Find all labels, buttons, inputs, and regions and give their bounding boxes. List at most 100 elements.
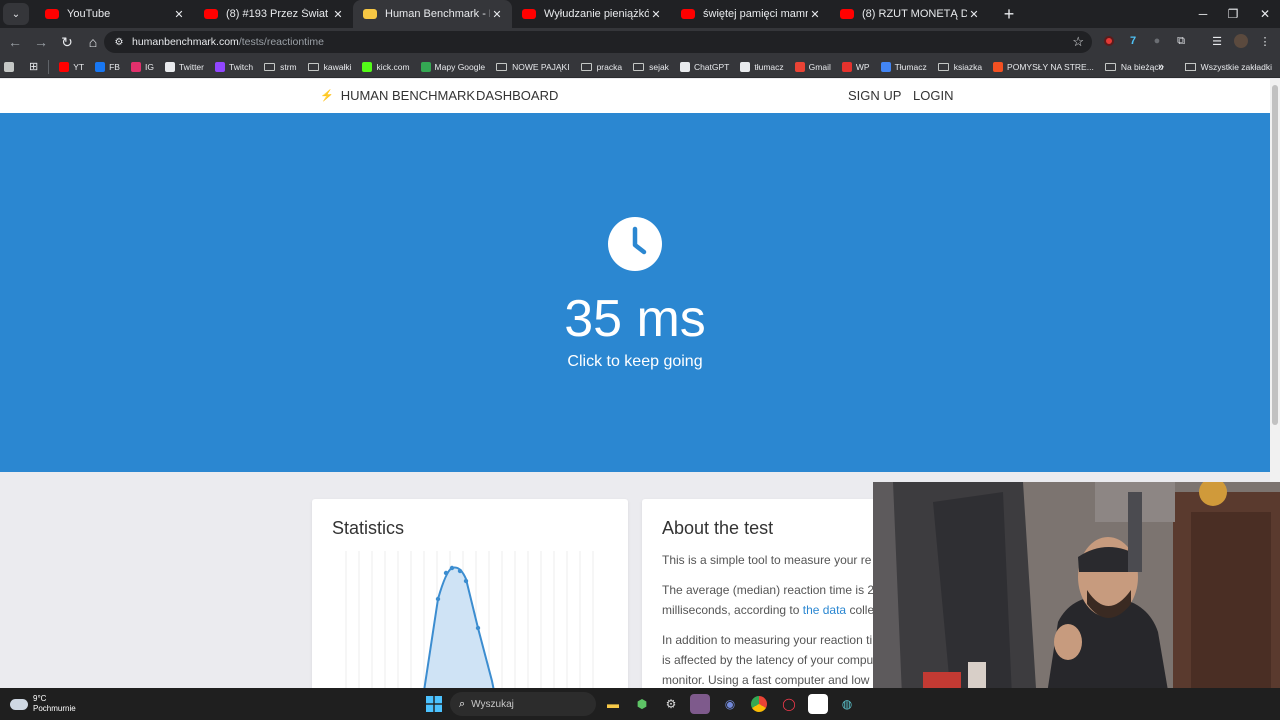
tab[interactable]: świętej pamięci mamm0n polic✕ <box>671 0 830 28</box>
tab-close-icon[interactable]: ✕ <box>649 8 663 21</box>
shield-app-icon[interactable]: ⬢ <box>632 694 652 714</box>
bookmark-item[interactable]: kick.com <box>362 61 410 72</box>
tab-search-button[interactable]: ⌄ <box>3 3 29 25</box>
bookmark-item[interactable]: sejak <box>633 62 669 72</box>
back-button[interactable]: ← <box>3 30 27 54</box>
bookmark-label: kick.com <box>376 61 410 72</box>
youtube-icon <box>59 61 70 72</box>
tab-close-icon[interactable]: ✕ <box>490 8 504 21</box>
bookmark-item[interactable]: IG <box>130 61 154 72</box>
minimize-button[interactable]: ─ <box>1188 0 1218 28</box>
bookmark-label: Tłumacz <box>894 61 927 72</box>
translate-icon <box>740 61 751 72</box>
extension-disabled-icon[interactable]: ● <box>1148 32 1166 50</box>
tab-active[interactable]: Human Benchmark - Reaction T✕ <box>353 0 512 28</box>
tab-close-icon[interactable]: ✕ <box>331 8 345 21</box>
tab-close-icon[interactable]: ✕ <box>172 8 186 21</box>
notes-app-icon[interactable] <box>808 694 828 714</box>
bookmark-label: kawałki <box>323 61 352 72</box>
new-tab-button[interactable]: + <box>995 4 1023 25</box>
youtube-favicon-icon <box>522 9 536 19</box>
twitch-icon <box>214 61 225 72</box>
globe-app-icon[interactable]: ◍ <box>837 694 857 714</box>
tab-title: YouTube <box>67 8 111 20</box>
bookmarks-overflow-icon[interactable]: » <box>1158 56 1164 78</box>
bookmark-item[interactable]: pracka <box>580 62 622 72</box>
bookmark-label: IG <box>144 61 154 72</box>
record-extension-icon[interactable] <box>1100 32 1118 50</box>
youtube-favicon-icon <box>45 9 59 19</box>
nav-login-link[interactable]: LOGIN <box>913 88 953 103</box>
bookmark-item[interactable]: Mapy Google <box>420 61 485 72</box>
discord-icon[interactable]: ◉ <box>720 694 740 714</box>
scrollbar-thumb[interactable] <box>1272 85 1278 425</box>
bookmark-label: ChatGPT <box>693 61 730 72</box>
apps-grid-icon[interactable]: ⊞ <box>29 60 38 73</box>
reaction-test-area[interactable]: 35 ms Click to keep going <box>0 113 1270 472</box>
bookmark-label: ksiazka <box>953 61 983 72</box>
forward-button[interactable]: → <box>29 30 53 54</box>
all-bookmarks-button[interactable]: Wszystkie zakładki <box>1184 56 1272 78</box>
folder-icon <box>307 62 319 71</box>
bookmark-item[interactable]: ChatGPT <box>679 61 730 72</box>
tab[interactable]: (8) #193 Przez Świat na Fazie - ✕ <box>194 0 353 28</box>
bookmark-item[interactable]: Twitter <box>164 61 204 72</box>
tab[interactable]: (8) RZUT MONETĄ DECYDUJE O✕ <box>830 0 989 28</box>
bookmark-item[interactable]: Na bieżąco <box>1104 61 1164 72</box>
bookmark-item[interactable]: POMYSŁY NA STRE... <box>993 61 1094 72</box>
bookmark-label: Na bieżąco <box>1120 61 1164 72</box>
bookmark-item[interactable]: YT <box>59 61 84 72</box>
steam-icon[interactable]: ⚙ <box>661 694 681 714</box>
nav-signup-link[interactable]: SIGN UP <box>848 88 901 103</box>
window-close-button[interactable]: ✕ <box>1250 0 1280 28</box>
reading-list-icon[interactable]: ☰ <box>1208 32 1226 50</box>
bookmark-item[interactable]: ksiazka <box>937 61 983 72</box>
bookmarks-bar: ⊞ YT FB IG Twitter Twitch strm kawałki kick.com… <box>0 56 1280 78</box>
bookmark-item[interactable]: NOWE PAJĄKI <box>496 62 570 72</box>
folder-icon <box>937 62 949 71</box>
tab[interactable]: YouTube ✕ <box>35 0 194 28</box>
nav-dashboard-link[interactable]: DASHBOARD <box>476 88 558 103</box>
address-bar[interactable]: ⚙ humanbenchmark.com/tests/reactiontime … <box>104 31 1092 53</box>
chrome-icon[interactable] <box>749 694 769 714</box>
statistics-card: Statistics <box>312 499 628 699</box>
taskbar-search[interactable]: ⌕ Wyszukaj <box>450 692 596 716</box>
tab-close-icon[interactable]: ✕ <box>967 8 981 21</box>
folder-icon <box>1184 63 1196 71</box>
bookmark-item[interactable]: Tłumacz <box>880 61 927 72</box>
weather-widget[interactable]: 9°C Pochmurnie <box>10 694 76 714</box>
bookmark-item[interactable]: tłumacz <box>740 61 784 72</box>
tab-close-icon[interactable]: ✕ <box>808 8 822 21</box>
home-button[interactable]: ⌂ <box>81 30 105 54</box>
continue-hint: Click to keep going <box>567 353 703 370</box>
extensions-puzzle-icon[interactable]: ⧉ <box>1172 32 1190 50</box>
profile-avatar-icon[interactable] <box>1232 32 1250 50</box>
reload-button[interactable]: ↻ <box>55 30 79 54</box>
site-info-icon[interactable]: ⚙ <box>110 37 128 48</box>
site-logo[interactable]: ⚡ HUMAN BENCHMARK <box>320 88 475 103</box>
photo-app-icon[interactable] <box>690 694 710 714</box>
bookmark-label: sejak <box>649 61 669 72</box>
bookmark-label: FB <box>109 61 120 72</box>
extension-icon[interactable]: 7 <box>1124 32 1142 50</box>
windows-start-icon[interactable] <box>424 694 444 714</box>
the-data-link[interactable]: the data <box>803 603 846 617</box>
bookmark-blank-icon[interactable] <box>4 61 18 72</box>
bookmark-item[interactable]: Twitch <box>214 61 253 72</box>
restore-button[interactable]: ❐ <box>1218 0 1248 28</box>
bookmark-item[interactable]: Gmail <box>794 61 831 72</box>
all-bookmarks-label: Wszystkie zakładki <box>1200 62 1272 72</box>
webcam-overlay <box>873 482 1280 720</box>
tab[interactable]: Wyłudzanie pieniążków (Giełda✕ <box>512 0 671 28</box>
bookmark-star-icon[interactable]: ☆ <box>1072 34 1084 50</box>
bookmark-item[interactable]: WP <box>841 61 870 72</box>
bookmark-item[interactable]: kawałki <box>307 61 352 72</box>
folder-icon <box>580 62 592 71</box>
browser-menu-icon[interactable]: ⋮ <box>1256 32 1274 50</box>
distribution-area <box>424 567 494 691</box>
bookmark-item[interactable]: strm <box>264 62 297 72</box>
opera-icon[interactable]: ◯ <box>779 694 799 714</box>
file-explorer-icon[interactable]: ▬ <box>603 694 623 714</box>
folder-icon <box>1104 62 1116 71</box>
bookmark-item[interactable]: FB <box>95 61 120 72</box>
